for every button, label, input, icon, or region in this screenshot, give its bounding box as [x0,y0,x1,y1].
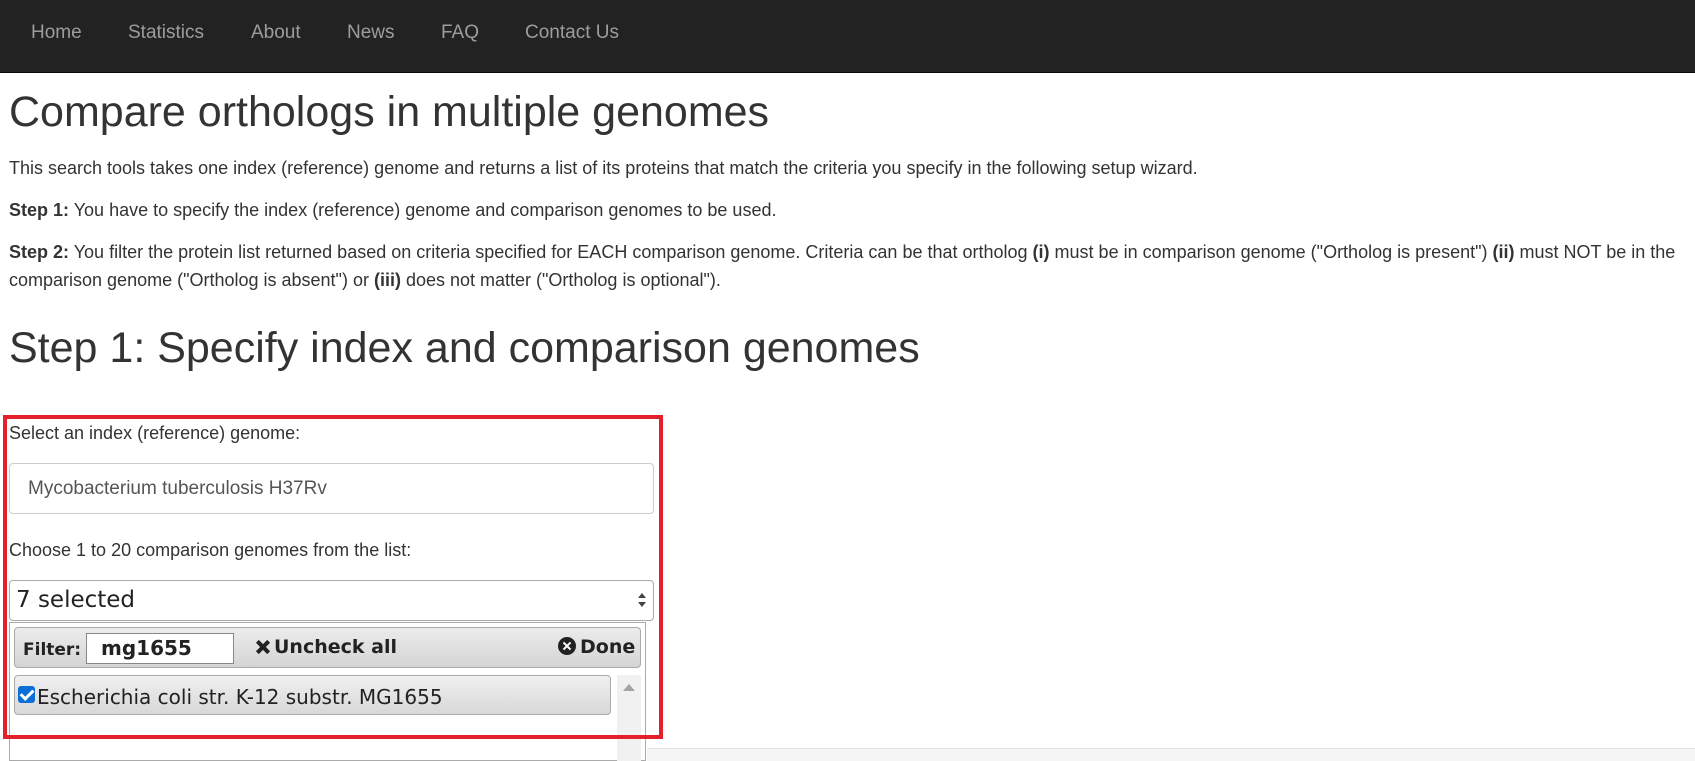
filter-label: Filter: [23,640,82,660]
nav-about-link[interactable]: About [251,22,301,44]
step2-text-2: must be in comparison genome ("Ortholog … [1049,242,1493,262]
genome-options-list: Escherichia coli str. K-12 substr. MG165… [14,675,641,761]
step2-label: Step 2: [9,242,70,262]
nav-home-link[interactable]: Home [31,22,82,44]
criteria-ii: (ii) [1492,242,1515,262]
top-navbar: Home Statistics About News FAQ Contact U… [0,0,1695,73]
comparison-genomes-label: Choose 1 to 20 comparison genomes from t… [9,540,412,560]
filter-input[interactable]: mg1655 [86,633,234,664]
circle-close-icon [558,637,576,655]
nav-news-link[interactable]: News [347,22,395,44]
criteria-i: (i) [1032,242,1050,262]
genome-checkbox[interactable] [18,686,35,703]
step2-description: Step 2: You filter the protein list retu… [9,238,1695,294]
footer-strip [647,748,1695,761]
list-scrollbar[interactable] [617,675,641,761]
selected-count: 7 selected [16,587,136,613]
close-icon [256,640,270,654]
page-title: Compare orthologs in multiple genomes [9,88,770,136]
scroll-up-icon[interactable] [623,684,635,691]
multiselect-header: Filter: mg1655 Uncheck all Done [14,627,641,668]
comparison-genomes-multiselect[interactable]: 7 selected [9,580,654,621]
uncheck-all-button[interactable]: Uncheck all [256,636,397,658]
index-genome-select[interactable]: Mycobacterium tuberculosis H37Rv [9,463,654,514]
multiselect-menu: Filter: mg1655 Uncheck all Done Escheric… [9,622,646,761]
step1-heading: Step 1: Specify index and comparison gen… [9,324,920,372]
list-item[interactable]: Escherichia coli str. K-12 substr. MG165… [14,675,611,715]
nav-faq-link[interactable]: FAQ [441,22,479,44]
uncheck-all-label: Uncheck all [274,636,397,658]
step1-text: You have to specify the index (reference… [69,200,777,220]
intro-text: This search tools takes one index (refer… [9,158,1198,178]
step2-text-4: does not matter ("Ortholog is optional")… [400,270,721,290]
sort-arrows-icon [638,593,646,607]
nav-statistics-link[interactable]: Statistics [128,22,204,44]
criteria-iii: (iii) [373,270,401,290]
done-label: Done [580,636,636,658]
index-genome-label: Select an index (reference) genome: [9,423,301,443]
step1-label: Step 1: [9,200,70,220]
done-button[interactable]: Done [558,636,635,658]
nav-contact-link[interactable]: Contact Us [525,22,619,44]
step1-description: Step 1: You have to specify the index (r… [9,196,776,224]
genome-option-label: Escherichia coli str. K-12 substr. MG165… [37,685,443,709]
step2-text-1: You filter the protein list returned bas… [69,242,1033,262]
